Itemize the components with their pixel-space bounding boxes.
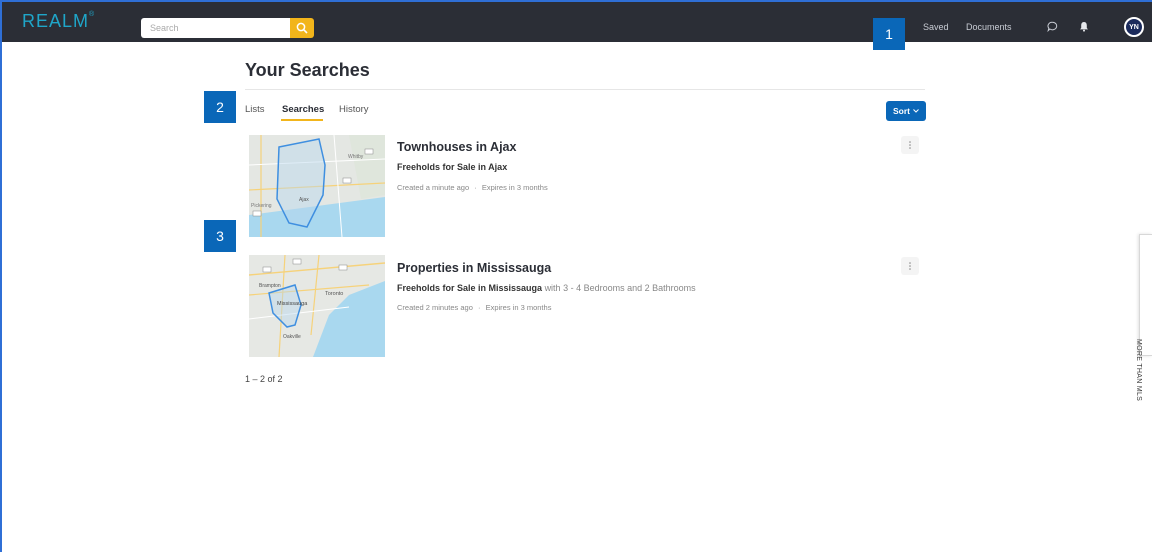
search-input[interactable] — [141, 18, 281, 38]
step-marker-3: 3 — [204, 220, 236, 252]
title-divider — [245, 89, 925, 90]
ajax-map: Whitby Ajax Pickering — [249, 135, 385, 237]
active-tab-indicator — [281, 119, 323, 121]
window-frame — [0, 0, 1152, 552]
tab-lists[interactable]: Lists — [245, 104, 265, 115]
tab-history[interactable]: History — [339, 104, 369, 115]
search-icon — [296, 22, 308, 34]
search-criteria-main: Freeholds for Sale in Ajax — [397, 162, 508, 172]
chevron-down-icon — [913, 109, 919, 113]
bell-icon — [1080, 21, 1088, 32]
search-box — [141, 18, 291, 38]
map-label-ajax: Ajax — [299, 197, 309, 203]
more-vertical-icon — [909, 141, 911, 149]
more-than-mls-tab[interactable]: MORE THAN MLS — [1135, 234, 1152, 401]
sort-label: Sort — [893, 106, 910, 116]
pagination-summary: 1 – 2 of 2 — [245, 374, 283, 384]
search-criteria-main: Freeholds for Sale in Mississauga — [397, 283, 543, 293]
search-criteria: Freeholds for Sale in Mississauga with 3… — [397, 283, 696, 293]
map-label-mississauga: Mississauga — [277, 301, 308, 307]
map-label-pickering: Pickering — [251, 203, 272, 209]
top-navigation-bar: REALM® Saved Documents YN — [2, 2, 1152, 42]
step-marker-1: 1 — [873, 18, 905, 50]
search-criteria-details: with 3 - 4 Bedrooms and 2 Bathrooms — [544, 283, 696, 293]
map-label-oakville: Oakville — [283, 334, 301, 340]
step-marker-2: 2 — [204, 91, 236, 123]
sort-button[interactable]: Sort — [886, 101, 926, 121]
chat-icon — [1046, 21, 1057, 32]
created-text: Created 2 minutes ago — [397, 303, 473, 312]
side-tab-label: MORE THAN MLS — [1135, 339, 1142, 402]
search-map-thumbnail-mississauga[interactable]: Brampton Toronto Mississauga Oakville — [249, 255, 385, 357]
logo-text: REALM — [22, 11, 90, 31]
search-meta: Created 2 minutes ago · Expires in 3 mon… — [397, 303, 552, 312]
search-title[interactable]: Townhouses in Ajax — [397, 140, 516, 154]
expires-text: Expires in 3 months — [485, 303, 552, 312]
documents-link[interactable]: Documents — [966, 22, 1012, 32]
saved-link[interactable]: Saved — [923, 22, 949, 32]
map-label-whitby: Whitby — [348, 154, 364, 160]
search-map-thumbnail-ajax[interactable]: Whitby Ajax Pickering — [249, 135, 385, 237]
map-label-toronto: Toronto — [325, 291, 343, 297]
tab-searches[interactable]: Searches — [282, 104, 324, 115]
map-label-brampton: Brampton — [259, 283, 281, 289]
search-criteria: Freeholds for Sale in Ajax — [397, 162, 507, 172]
chat-button[interactable] — [1045, 19, 1059, 33]
search-options-button[interactable] — [901, 136, 919, 154]
user-avatar[interactable]: YN — [1124, 17, 1144, 37]
notifications-button[interactable] — [1077, 19, 1091, 33]
search-options-button[interactable] — [901, 257, 919, 275]
more-vertical-icon — [909, 262, 911, 270]
search-button[interactable] — [290, 18, 314, 38]
page-title: Your Searches — [245, 60, 370, 80]
search-title[interactable]: Properties in Mississauga — [397, 261, 551, 275]
created-text: Created a minute ago — [397, 183, 470, 192]
realm-logo[interactable]: REALM® — [22, 11, 95, 32]
search-meta: Created a minute ago · Expires in 3 mont… — [397, 183, 548, 192]
expires-text: Expires in 3 months — [481, 183, 548, 192]
mississauga-map: Brampton Toronto Mississauga Oakville — [249, 255, 385, 357]
